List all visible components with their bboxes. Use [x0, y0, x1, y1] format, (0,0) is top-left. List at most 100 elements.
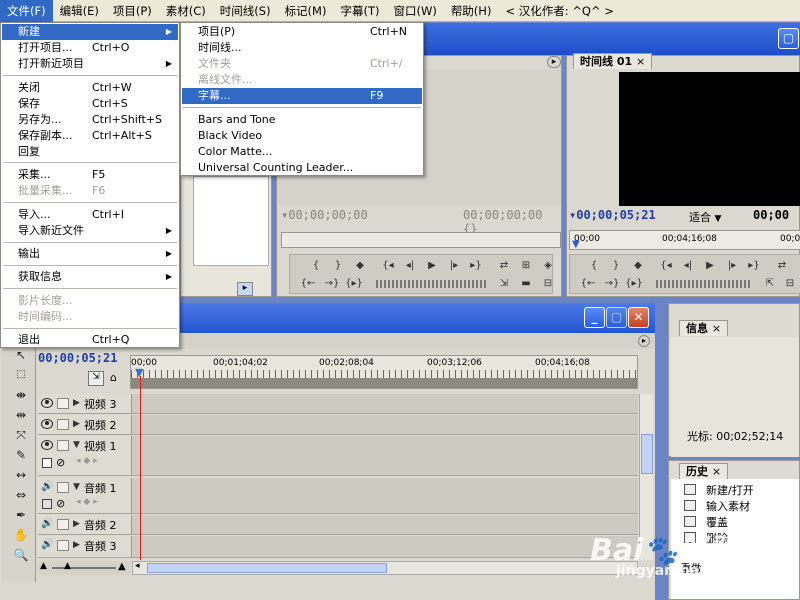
ripple-edit-tool-icon[interactable]: ⇼: [12, 386, 30, 404]
work-area-bar[interactable]: [131, 378, 637, 388]
play-in-out-icon[interactable]: {▸}: [624, 275, 644, 293]
menu-item-import[interactable]: 导入... Ctrl+I: [2, 207, 178, 223]
menu-title[interactable]: 字幕(T): [333, 0, 386, 22]
overlay-icon[interactable]: ▬: [516, 275, 536, 293]
speaker-icon[interactable]: 🔊: [41, 539, 53, 550]
menu-item-revert[interactable]: 回复: [2, 144, 178, 160]
selection-tool-icon[interactable]: ↖: [12, 346, 30, 364]
expand-track-icon[interactable]: ▶: [73, 398, 80, 408]
scroll-right-button[interactable]: ▸: [237, 282, 253, 296]
close-icon[interactable]: ×: [636, 55, 645, 68]
menu-item-capture[interactable]: 采集... F5: [2, 167, 178, 183]
toggle-take-icon[interactable]: ⊟: [538, 275, 558, 293]
scroll-thumb[interactable]: [641, 434, 653, 474]
set-in-icon[interactable]: {: [584, 257, 604, 275]
lock-checkbox[interactable]: [57, 482, 69, 493]
maximize-button[interactable]: ▢: [606, 307, 627, 328]
submenu-item-color-matte[interactable]: Color Matte...: [182, 144, 422, 160]
zoom-tool-icon[interactable]: 🔍: [12, 546, 30, 564]
pen-tool-icon[interactable]: ✒: [12, 506, 30, 524]
go-in-icon[interactable]: {◂: [656, 257, 676, 275]
zoom-slider[interactable]: ▲ ▲ ▲: [38, 561, 130, 575]
rate-stretch-tool-icon[interactable]: ⤧: [12, 426, 30, 444]
marker-icon[interactable]: ⌂: [110, 371, 117, 384]
go-out-icon[interactable]: ▸}: [744, 257, 764, 275]
menu-item-import-recent[interactable]: 导入新近文件 ▶: [2, 223, 178, 239]
submenu-item-black-video[interactable]: Black Video: [182, 128, 422, 144]
history-item[interactable]: 新建/打开: [706, 482, 754, 498]
menu-item-save[interactable]: 保存 Ctrl+S: [2, 96, 178, 112]
close-button[interactable]: ✕: [628, 307, 649, 328]
go-in-point-icon[interactable]: {←: [578, 275, 598, 293]
extract-icon[interactable]: ⊟: [780, 275, 800, 293]
expand-track-icon[interactable]: ▶: [73, 419, 80, 429]
menu-edit[interactable]: 编辑(E): [53, 0, 106, 22]
lock-checkbox[interactable]: [57, 440, 69, 451]
go-out-point-icon[interactable]: →}: [602, 275, 622, 293]
menu-item-open-recent-project[interactable]: 打开新近项目 ▶: [2, 56, 178, 72]
menu-clip[interactable]: 素材(C): [159, 0, 213, 22]
loop-icon[interactable]: ⇄: [772, 257, 792, 275]
keyframe-nav-icon[interactable]: ◂ ◆ ▸: [76, 497, 98, 507]
collapse-track-icon[interactable]: ▼: [73, 440, 80, 450]
submenu-item-counting-leader[interactable]: Universal Counting Leader...: [182, 160, 422, 176]
tab-program-timeline[interactable]: 时间线 01 ×: [573, 53, 653, 69]
jog-shuttle[interactable]: [376, 280, 486, 288]
step-back-icon[interactable]: ◂|: [400, 257, 420, 275]
slip-tool-icon[interactable]: ↔: [12, 466, 30, 484]
close-icon[interactable]: ×: [712, 465, 721, 478]
menu-help[interactable]: 帮助(H): [444, 0, 499, 22]
keyframe-nav-icon[interactable]: ◂ ◆ ▸: [76, 456, 98, 466]
play-icon[interactable]: ▶: [422, 257, 442, 275]
hand-tool-icon[interactable]: ✋: [12, 526, 30, 544]
menu-marker[interactable]: 标记(M): [278, 0, 334, 22]
tab-history[interactable]: 历史 ×: [679, 463, 729, 479]
razor-tool-icon[interactable]: ✎: [12, 446, 30, 464]
lock-checkbox[interactable]: [57, 398, 69, 409]
menu-item-new[interactable]: 新建 ▶: [2, 24, 178, 40]
timeline-ruler[interactable]: 00;00 00;01;04;02 00;02;08;04 00;03;12;0…: [130, 355, 638, 389]
eye-icon[interactable]: [41, 419, 53, 429]
scroll-left-icon[interactable]: ◂: [135, 561, 140, 571]
lock-checkbox[interactable]: [57, 419, 69, 430]
go-in-icon[interactable]: {◂: [378, 257, 398, 275]
speaker-icon[interactable]: 🔊: [41, 481, 53, 492]
menu-item-close[interactable]: 关闭 Ctrl+W: [2, 80, 178, 96]
playhead-icon[interactable]: ▼: [572, 239, 580, 250]
timeline-horizontal-scrollbar[interactable]: ◂: [132, 561, 638, 575]
menu-item-export[interactable]: 输出 ▶: [2, 246, 178, 262]
safe-margins-icon[interactable]: ⊞: [516, 257, 536, 275]
rolling-edit-tool-icon[interactable]: ⇹: [12, 406, 30, 424]
menu-item-open-project[interactable]: 打开项目... Ctrl+O: [2, 40, 178, 56]
menu-item-save-copy[interactable]: 保存副本... Ctrl+Alt+S: [2, 128, 178, 144]
collapse-track-icon[interactable]: ▼: [73, 482, 80, 492]
menu-timeline[interactable]: 时间线(S): [213, 0, 278, 22]
expand-track-icon[interactable]: ▶: [73, 540, 80, 550]
set-in-icon[interactable]: {: [306, 257, 326, 275]
slide-tool-icon[interactable]: ⇔: [12, 486, 30, 504]
zoom-out-icon[interactable]: ▲: [40, 561, 47, 571]
marker-icon[interactable]: ◆: [350, 257, 370, 275]
submenu-item-project[interactable]: 项目(P) Ctrl+N: [182, 24, 422, 40]
lift-icon[interactable]: ⇱: [760, 275, 780, 293]
zoom-select[interactable]: 适合 ▼: [689, 209, 721, 225]
set-out-icon[interactable]: }: [328, 257, 348, 275]
lock-checkbox[interactable]: [57, 519, 69, 530]
eye-icon[interactable]: [41, 440, 53, 450]
insert-icon[interactable]: ⇲: [494, 275, 514, 293]
play-in-out-icon[interactable]: {▸}: [344, 275, 364, 293]
menu-item-save-as[interactable]: 另存为... Ctrl+Shift+S: [2, 112, 178, 128]
display-style-icon[interactable]: [42, 458, 52, 468]
menu-window[interactable]: 窗口(W): [386, 0, 443, 22]
zoom-in-icon[interactable]: ▲: [118, 561, 126, 572]
speaker-icon[interactable]: 🔊: [41, 518, 53, 529]
play-icon[interactable]: ▶: [700, 257, 720, 275]
minimize-button[interactable]: _: [584, 307, 605, 328]
keyframe-toggle-icon[interactable]: ⊘: [56, 497, 65, 510]
marker-icon[interactable]: ◆: [628, 257, 648, 275]
go-out-icon[interactable]: ▸}: [466, 257, 486, 275]
eye-icon[interactable]: [41, 398, 53, 408]
step-forward-icon[interactable]: |▸: [444, 257, 464, 275]
history-item[interactable]: 输入素材: [706, 498, 750, 514]
submenu-item-title[interactable]: 字幕... F9: [182, 88, 422, 104]
